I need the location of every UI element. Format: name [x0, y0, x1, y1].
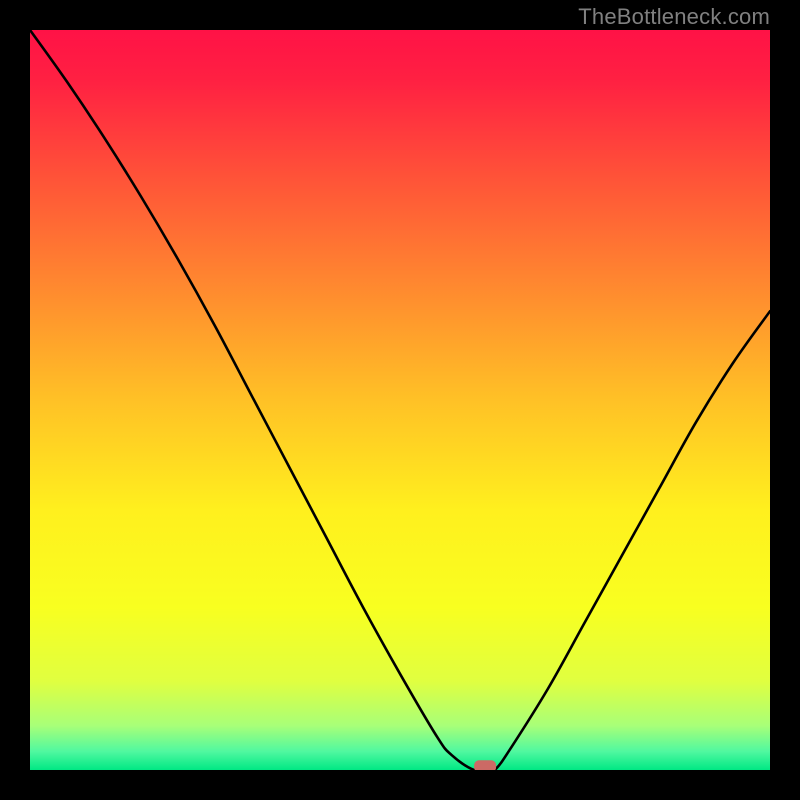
optimum-marker: [474, 760, 496, 770]
bottleneck-chart: [30, 30, 770, 770]
gradient-background: [30, 30, 770, 770]
chart-container: TheBottleneck.com: [0, 0, 800, 800]
watermark-label: TheBottleneck.com: [578, 4, 770, 30]
